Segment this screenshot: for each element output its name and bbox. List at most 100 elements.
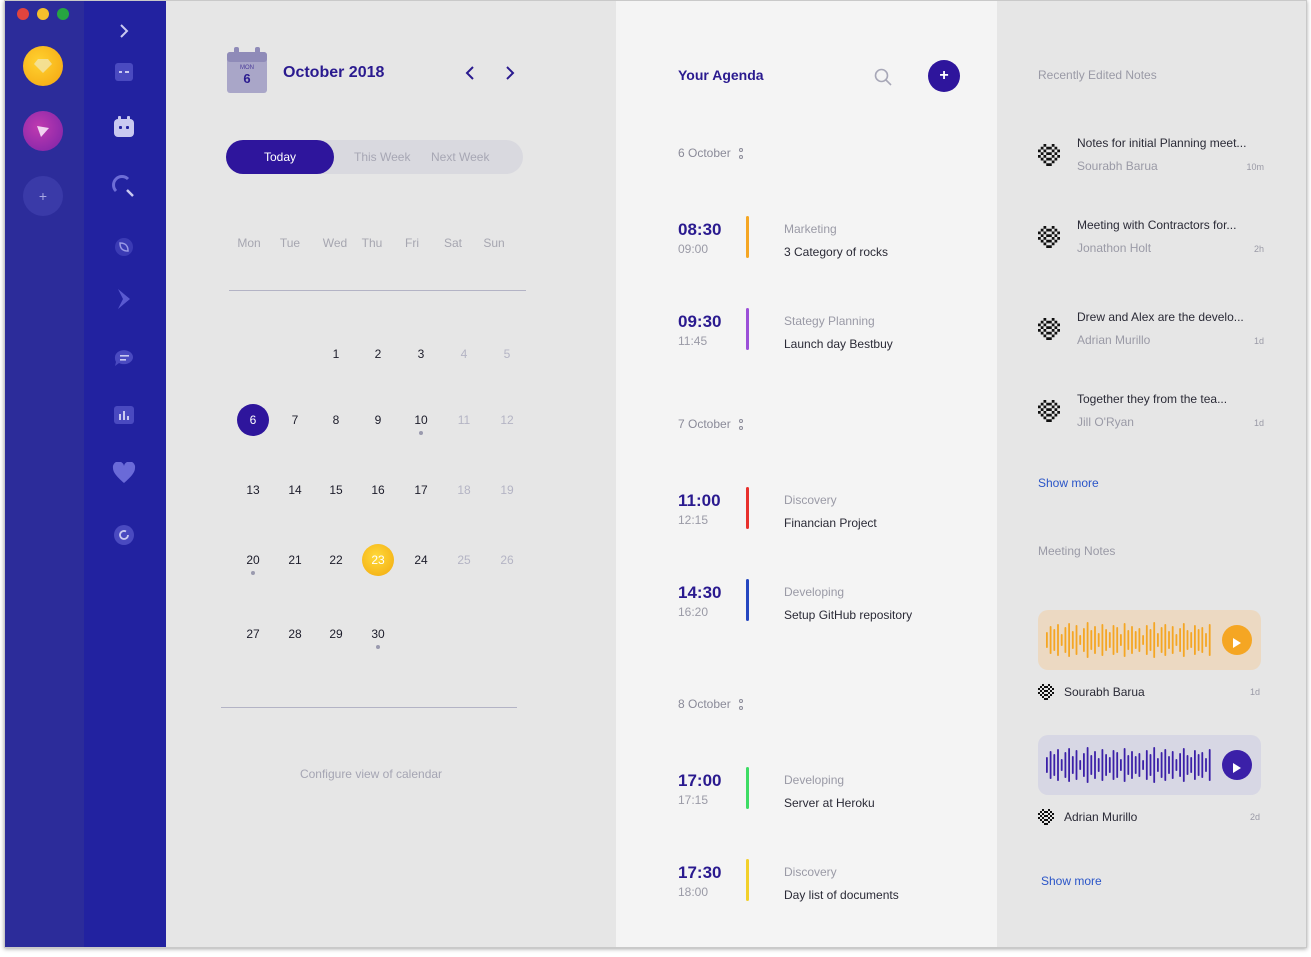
nav-chat[interactable] (106, 343, 142, 375)
nav-calendar[interactable] (106, 111, 142, 143)
calendar-day[interactable]: 6 (237, 404, 269, 436)
event-start-time: 09:30 (678, 312, 722, 331)
agenda-event[interactable]: 17:00 17:15 Developing Server at Heroku (678, 767, 978, 821)
prototype-app-button[interactable] (23, 111, 63, 151)
calendar-day[interactable]: 25 (448, 544, 480, 576)
calendar-day[interactable]: 1 (320, 338, 352, 370)
range-next-week-tab[interactable]: Next Week (431, 140, 489, 174)
calendar-day[interactable]: 29 (320, 618, 352, 650)
calendar-day[interactable]: 8 (320, 404, 352, 436)
recent-notes-title: Recently Edited Notes (1038, 68, 1157, 82)
agenda-date-label: 6 October (678, 146, 731, 160)
note-time: 1d (1253, 418, 1264, 428)
note-title: Drew and Alex are the develo... (1077, 310, 1244, 324)
calendar-badge-day: 6 (243, 71, 251, 86)
calendar-day[interactable]: 19 (491, 474, 523, 506)
play-button[interactable] (1222, 750, 1252, 780)
configure-calendar-link[interactable]: Configure view of calendar (166, 767, 576, 781)
sketch-app-button[interactable] (23, 46, 63, 86)
more-options-icon[interactable] (738, 698, 743, 711)
calendar-day[interactable]: 14 (279, 474, 311, 506)
nav-bolt[interactable] (106, 283, 142, 315)
calendar-day[interactable]: 23 (362, 544, 394, 576)
calendar-day[interactable]: 4 (448, 338, 480, 370)
avatar (1038, 318, 1060, 340)
calendar-day[interactable]: 26 (491, 544, 523, 576)
note-time: 1d (1253, 336, 1264, 346)
nav-refresh[interactable] (106, 519, 142, 551)
calendar-panel: MON 6 October 2018 Today This Week Next … (166, 1, 616, 947)
calendar-day[interactable]: 2 (362, 338, 394, 370)
event-start-time: 17:30 (678, 863, 722, 882)
nav-dashboard[interactable] (106, 56, 142, 88)
notes-panel: Recently Edited Notes Notes for initial … (997, 1, 1306, 947)
nav-chart[interactable] (106, 399, 142, 431)
avatar (1038, 400, 1060, 422)
calendar-day[interactable]: 28 (279, 618, 311, 650)
author-name: Sourabh Barua (1064, 685, 1145, 699)
show-more-notes-link[interactable]: Show more (1038, 476, 1099, 490)
calendar-day[interactable]: 15 (320, 474, 352, 506)
play-button[interactable] (1222, 625, 1252, 655)
more-options-icon[interactable] (738, 418, 743, 431)
weekday-label: Tue (279, 236, 301, 250)
agenda-event[interactable]: 08:30 09:00 Marketing 3 Category of rocks (678, 216, 978, 270)
event-title: Financian Project (784, 516, 877, 530)
event-title: Setup GitHub repository (784, 608, 913, 622)
event-indicator-dot (419, 431, 423, 435)
agenda-panel: Your Agenda + 6 October 08:30 09:00 Marketi… (616, 1, 997, 947)
note-title: Notes for initial Planning meet... (1077, 136, 1247, 150)
range-this-week-tab[interactable]: This Week (354, 140, 410, 174)
next-month-button[interactable] (498, 61, 522, 85)
waveform-icon (1046, 622, 1211, 658)
agenda-event[interactable]: 17:30 18:00 Discovery Day list of documents (678, 859, 978, 913)
recent-note-item[interactable]: Meeting with Contractors for... Jonathon … (1038, 218, 1264, 268)
nav-heart[interactable] (106, 457, 142, 489)
recent-note-item[interactable]: Drew and Alex are the develo... Adrian Mu… (1038, 310, 1264, 360)
maximize-window-button[interactable] (57, 8, 69, 20)
calendar-day[interactable]: 7 (279, 404, 311, 436)
calendar-day[interactable]: 11 (448, 404, 480, 436)
calendar-day[interactable]: 21 (279, 544, 311, 576)
waveform-icon (1046, 747, 1211, 783)
agenda-search-button[interactable] (873, 67, 893, 87)
close-window-button[interactable] (17, 8, 29, 20)
calendar-day[interactable]: 12 (491, 404, 523, 436)
event-title: Launch day Bestbuy (784, 337, 893, 351)
calendar-day[interactable]: 3 (405, 338, 437, 370)
agenda-event[interactable]: 09:30 11:45 Stategy Planning Launch day Bes… (678, 308, 978, 362)
nav-search[interactable] (106, 171, 142, 203)
calendar-day[interactable]: 9 (362, 404, 394, 436)
show-more-meetings-link[interactable]: Show more (1041, 874, 1102, 888)
add-agenda-button[interactable]: + (928, 60, 960, 92)
prev-month-button[interactable] (458, 61, 482, 85)
nav-leaf[interactable] (106, 231, 142, 263)
nav-toggle[interactable] (106, 15, 142, 47)
calendar-day[interactable]: 27 (237, 618, 269, 650)
chat-icon (114, 350, 133, 366)
calendar-day[interactable]: 22 (320, 544, 352, 576)
agenda-event[interactable]: 11:00 12:15 Discovery Financian Project (678, 487, 978, 541)
event-end-time: 17:15 (678, 793, 709, 807)
note-time: 2d (1249, 812, 1260, 822)
recent-note-item[interactable]: Together they from the tea... Jill O'Ryan… (1038, 392, 1264, 442)
avatar-icon (1038, 809, 1054, 825)
agenda-event[interactable]: 14:30 16:20 Developing Setup GitHub reposit… (678, 579, 978, 633)
dashboard-icon (115, 63, 133, 81)
minimize-window-button[interactable] (37, 8, 49, 20)
calendar-day[interactable]: 24 (405, 544, 437, 576)
calendar-day[interactable]: 16 (362, 474, 394, 506)
divider (221, 707, 517, 708)
calendar-day[interactable]: 13 (237, 474, 269, 506)
calendar-day[interactable]: 17 (405, 474, 437, 506)
note-author: Adrian Murillo (1077, 333, 1151, 347)
agenda-title: Your Agenda (678, 67, 764, 83)
add-app-button[interactable]: + (23, 176, 63, 216)
range-today-tab[interactable]: Today (226, 140, 334, 174)
voice-note-player (1038, 610, 1261, 670)
calendar-day[interactable]: 5 (491, 338, 523, 370)
agenda-date-header: 7 October (678, 417, 743, 431)
recent-note-item[interactable]: Notes for initial Planning meet... Sourab… (1038, 136, 1264, 186)
more-options-icon[interactable] (738, 147, 743, 160)
calendar-day[interactable]: 18 (448, 474, 480, 506)
